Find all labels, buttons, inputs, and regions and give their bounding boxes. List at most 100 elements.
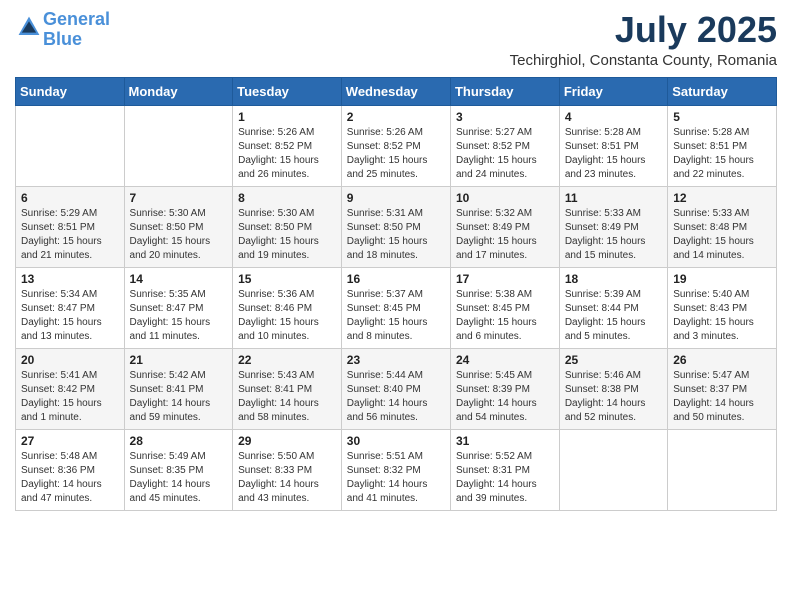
calendar-cell: 30Sunrise: 5:51 AM Sunset: 8:32 PM Dayli… xyxy=(341,429,450,510)
cell-daylight-info: Sunrise: 5:46 AM Sunset: 8:38 PM Dayligh… xyxy=(565,369,662,425)
day-number: 1 xyxy=(238,110,336,124)
day-of-week-header: Tuesday xyxy=(233,77,342,105)
day-number: 22 xyxy=(238,353,336,367)
day-number: 14 xyxy=(130,272,228,286)
title-area: July 2025 Techirghiol, Constanta County,… xyxy=(510,10,777,69)
calendar-cell: 1 Sunrise: 5:26 AM Sunset: 8:52 PM Daylig… xyxy=(233,105,342,186)
calendar-cell: 27Sunrise: 5:48 AM Sunset: 8:36 PM Dayli… xyxy=(16,429,125,510)
calendar-week-row: 1 Sunrise: 5:26 AM Sunset: 8:52 PM Daylig… xyxy=(16,105,777,186)
day-number: 31 xyxy=(456,434,554,448)
day-number: 18 xyxy=(565,272,662,286)
cell-daylight-info: Sunrise: 5:28 AM Sunset: 8:51 PM Dayligh… xyxy=(565,126,662,182)
calendar-cell: 8 Sunrise: 5:30 AM Sunset: 8:50 PM Daylig… xyxy=(233,186,342,267)
day-number: 5 xyxy=(673,110,771,124)
calendar-cell: 17 Sunrise: 5:38 AM Sunset: 8:45 PM Dayli… xyxy=(450,267,559,348)
calendar-header-row: SundayMondayTuesdayWednesdayThursdayFrid… xyxy=(16,77,777,105)
calendar-cell: 3 Sunrise: 5:27 AM Sunset: 8:52 PM Daylig… xyxy=(450,105,559,186)
calendar-cell xyxy=(668,429,777,510)
cell-daylight-info: Sunrise: 5:28 AM Sunset: 8:51 PM Dayligh… xyxy=(673,126,771,182)
calendar-cell: 2 Sunrise: 5:26 AM Sunset: 8:52 PM Daylig… xyxy=(341,105,450,186)
calendar-cell: 28 Sunrise: 5:49 AM Sunset: 8:35 PM Dayli… xyxy=(124,429,233,510)
cell-daylight-info: Sunrise: 5:36 AM Sunset: 8:46 PM Dayligh… xyxy=(238,288,336,344)
calendar-cell xyxy=(16,105,125,186)
calendar-cell: 19Sunrise: 5:40 AM Sunset: 8:43 PM Dayli… xyxy=(668,267,777,348)
calendar-cell: 15 Sunrise: 5:36 AM Sunset: 8:46 PM Dayli… xyxy=(233,267,342,348)
calendar-cell: 31 Sunrise: 5:52 AM Sunset: 8:31 PM Dayli… xyxy=(450,429,559,510)
calendar-cell: 21 Sunrise: 5:42 AM Sunset: 8:41 PM Dayli… xyxy=(124,348,233,429)
calendar-cell: 12 Sunrise: 5:33 AM Sunset: 8:48 PM Dayli… xyxy=(668,186,777,267)
calendar-cell: 10 Sunrise: 5:32 AM Sunset: 8:49 PM Dayli… xyxy=(450,186,559,267)
calendar-cell xyxy=(559,429,667,510)
calendar-cell: 22Sunrise: 5:43 AM Sunset: 8:41 PM Dayli… xyxy=(233,348,342,429)
cell-daylight-info: Sunrise: 5:40 AM Sunset: 8:43 PM Dayligh… xyxy=(673,288,771,344)
cell-daylight-info: Sunrise: 5:39 AM Sunset: 8:44 PM Dayligh… xyxy=(565,288,662,344)
month-year-title: July 2025 xyxy=(510,10,777,50)
calendar-cell: 11Sunrise: 5:33 AM Sunset: 8:49 PM Dayli… xyxy=(559,186,667,267)
day-number: 10 xyxy=(456,191,554,205)
page-header: General Blue July 2025 Techirghiol, Cons… xyxy=(15,10,777,69)
day-number: 2 xyxy=(347,110,445,124)
day-number: 12 xyxy=(673,191,771,205)
cell-daylight-info: Sunrise: 5:52 AM Sunset: 8:31 PM Dayligh… xyxy=(456,450,554,506)
calendar-cell xyxy=(124,105,233,186)
day-number: 15 xyxy=(238,272,336,286)
day-number: 7 xyxy=(130,191,228,205)
day-number: 4 xyxy=(565,110,662,124)
cell-daylight-info: Sunrise: 5:41 AM Sunset: 8:42 PM Dayligh… xyxy=(21,369,119,425)
calendar-cell: 18 Sunrise: 5:39 AM Sunset: 8:44 PM Dayli… xyxy=(559,267,667,348)
cell-daylight-info: Sunrise: 5:49 AM Sunset: 8:35 PM Dayligh… xyxy=(130,450,228,506)
day-of-week-header: Monday xyxy=(124,77,233,105)
calendar-cell: 23 Sunrise: 5:44 AM Sunset: 8:40 PM Dayli… xyxy=(341,348,450,429)
day-number: 27 xyxy=(21,434,119,448)
day-number: 21 xyxy=(130,353,228,367)
day-number: 6 xyxy=(21,191,119,205)
cell-daylight-info: Sunrise: 5:26 AM Sunset: 8:52 PM Dayligh… xyxy=(238,126,336,182)
day-of-week-header: Saturday xyxy=(668,77,777,105)
day-number: 17 xyxy=(456,272,554,286)
cell-daylight-info: Sunrise: 5:45 AM Sunset: 8:39 PM Dayligh… xyxy=(456,369,554,425)
day-number: 8 xyxy=(238,191,336,205)
calendar-cell: 26Sunrise: 5:47 AM Sunset: 8:37 PM Dayli… xyxy=(668,348,777,429)
cell-daylight-info: Sunrise: 5:47 AM Sunset: 8:37 PM Dayligh… xyxy=(673,369,771,425)
calendar-cell: 16Sunrise: 5:37 AM Sunset: 8:45 PM Dayli… xyxy=(341,267,450,348)
day-number: 28 xyxy=(130,434,228,448)
logo-name2: Blue xyxy=(43,30,110,50)
logo-name: General xyxy=(43,10,110,30)
day-number: 25 xyxy=(565,353,662,367)
cell-daylight-info: Sunrise: 5:32 AM Sunset: 8:49 PM Dayligh… xyxy=(456,207,554,263)
cell-daylight-info: Sunrise: 5:50 AM Sunset: 8:33 PM Dayligh… xyxy=(238,450,336,506)
calendar-week-row: 20 Sunrise: 5:41 AM Sunset: 8:42 PM Dayli… xyxy=(16,348,777,429)
calendar-week-row: 13 Sunrise: 5:34 AM Sunset: 8:47 PM Dayli… xyxy=(16,267,777,348)
day-of-week-header: Sunday xyxy=(16,77,125,105)
cell-daylight-info: Sunrise: 5:34 AM Sunset: 8:47 PM Dayligh… xyxy=(21,288,119,344)
location-subtitle: Techirghiol, Constanta County, Romania xyxy=(510,52,777,69)
calendar-cell: 13 Sunrise: 5:34 AM Sunset: 8:47 PM Dayli… xyxy=(16,267,125,348)
day-number: 16 xyxy=(347,272,445,286)
day-number: 3 xyxy=(456,110,554,124)
logo: General Blue xyxy=(15,10,110,50)
calendar-cell: 29Sunrise: 5:50 AM Sunset: 8:33 PM Dayli… xyxy=(233,429,342,510)
day-of-week-header: Friday xyxy=(559,77,667,105)
calendar-cell: 6 Sunrise: 5:29 AM Sunset: 8:51 PM Daylig… xyxy=(16,186,125,267)
calendar-cell: 25 Sunrise: 5:46 AM Sunset: 8:38 PM Dayli… xyxy=(559,348,667,429)
cell-daylight-info: Sunrise: 5:30 AM Sunset: 8:50 PM Dayligh… xyxy=(238,207,336,263)
calendar-cell: 7Sunrise: 5:30 AM Sunset: 8:50 PM Daylig… xyxy=(124,186,233,267)
calendar-cell: 4 Sunrise: 5:28 AM Sunset: 8:51 PM Daylig… xyxy=(559,105,667,186)
day-number: 23 xyxy=(347,353,445,367)
calendar-cell: 24 Sunrise: 5:45 AM Sunset: 8:39 PM Dayli… xyxy=(450,348,559,429)
day-number: 13 xyxy=(21,272,119,286)
calendar-cell: 20 Sunrise: 5:41 AM Sunset: 8:42 PM Dayli… xyxy=(16,348,125,429)
day-number: 24 xyxy=(456,353,554,367)
calendar-table: SundayMondayTuesdayWednesdayThursdayFrid… xyxy=(15,77,777,511)
day-number: 9 xyxy=(347,191,445,205)
cell-daylight-info: Sunrise: 5:26 AM Sunset: 8:52 PM Dayligh… xyxy=(347,126,445,182)
cell-daylight-info: Sunrise: 5:51 AM Sunset: 8:32 PM Dayligh… xyxy=(347,450,445,506)
calendar-cell: 14Sunrise: 5:35 AM Sunset: 8:47 PM Dayli… xyxy=(124,267,233,348)
cell-daylight-info: Sunrise: 5:33 AM Sunset: 8:48 PM Dayligh… xyxy=(673,207,771,263)
cell-daylight-info: Sunrise: 5:29 AM Sunset: 8:51 PM Dayligh… xyxy=(21,207,119,263)
day-number: 20 xyxy=(21,353,119,367)
cell-daylight-info: Sunrise: 5:27 AM Sunset: 8:52 PM Dayligh… xyxy=(456,126,554,182)
cell-daylight-info: Sunrise: 5:42 AM Sunset: 8:41 PM Dayligh… xyxy=(130,369,228,425)
cell-daylight-info: Sunrise: 5:38 AM Sunset: 8:45 PM Dayligh… xyxy=(456,288,554,344)
cell-daylight-info: Sunrise: 5:44 AM Sunset: 8:40 PM Dayligh… xyxy=(347,369,445,425)
